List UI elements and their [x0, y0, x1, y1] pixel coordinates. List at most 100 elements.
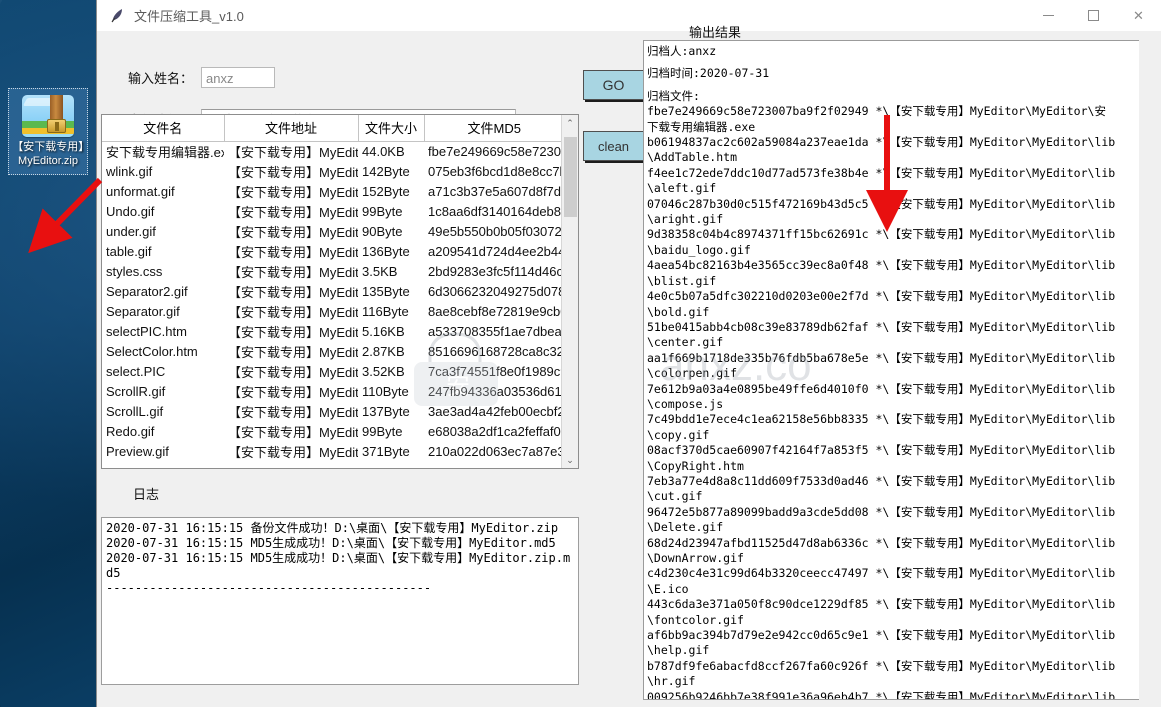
cell-size: 371Byte: [362, 443, 410, 459]
cell-name: 安下载专用编辑器.ex: [106, 144, 224, 160]
cell-name: Separator2.gif: [106, 283, 188, 299]
output-entry-md5-path: 07046c287b30d0c515f472169b43d5c5 *\【安下载专…: [647, 196, 1116, 211]
output-entry-name: \compose.js: [647, 396, 724, 411]
log-textarea[interactable]: 2020-07-31 16:15:15 备份文件成功！D:\桌面\【安下载专用】…: [101, 517, 579, 685]
column-header-size[interactable]: 文件大小: [358, 115, 425, 142]
output-entry-md5-path: 68d24d23947afbd11525d47d8ab6336c *\【安下载专…: [647, 535, 1116, 550]
file-table-scrollbar[interactable]: ⌃ ⌄: [561, 115, 578, 468]
go-button[interactable]: GO: [583, 70, 644, 100]
cell-size: 90Byte: [362, 223, 403, 239]
cell-addr: 【安下载专用】MyEdit: [228, 344, 358, 360]
feather-icon: [109, 7, 125, 25]
table-row[interactable]: table.gif 【安下载专用】MyEdit 136Byte a209541d724…: [102, 241, 561, 261]
close-icon[interactable]: ✕: [1116, 0, 1161, 31]
output-entry-name: \bold.gif: [647, 304, 710, 319]
output-entry-md5-path: 7c49bdd1e7ece4c1ea62158e56bb8335 *\【安下载专…: [647, 412, 1116, 427]
cell-size: 99Byte: [362, 423, 403, 439]
output-entry-name: \fontcolor.gif: [647, 612, 744, 627]
scrollbar-thumb[interactable]: [564, 137, 577, 217]
title-bar[interactable]: 文件压缩工具_v1.0 ✕: [97, 0, 1161, 31]
cell-name: Separator.gif: [106, 303, 180, 319]
cell-size: 3.52KB: [362, 363, 405, 379]
cell-md5: 7ca3f74551f8e0f1989c9: [428, 363, 561, 379]
cell-name: ScrollL.gif: [106, 403, 164, 419]
table-row[interactable]: select.PIC 【安下载专用】MyEdit 3.52KB 7ca3f74551f…: [102, 361, 561, 381]
table-row[interactable]: wlink.gif 【安下载专用】MyEdit 142Byte 075eb3f6bcd…: [102, 161, 561, 181]
table-row[interactable]: Separator.gif 【安下载专用】MyEdit 116Byte 8ae8ceb…: [102, 301, 561, 321]
scroll-up-icon[interactable]: ⌃: [566, 115, 574, 131]
maximize-button[interactable]: [1071, 0, 1116, 31]
desktop-icon-myeditor-zip[interactable]: 【安下载专用】MyEditor.zip: [8, 88, 88, 175]
cell-md5: fbe7e249669c58e723007: [428, 143, 561, 159]
table-row[interactable]: SelectColor.htm 【安下载专用】MyEdit 2.87KB 851669…: [102, 341, 561, 361]
cell-md5: a533708355f1ae7dbeac: [428, 323, 561, 339]
table-row[interactable]: Undo.gif 【安下载专用】MyEdit 99Byte 1c8aa6df31401…: [102, 201, 561, 221]
table-row[interactable]: styles.css 【安下载专用】MyEdit 3.5KB 2bd9283e3fc5…: [102, 261, 561, 281]
output-entry-name: \baidu_logo.gif: [647, 242, 751, 257]
cell-md5: 6d3066232049275d078f: [428, 283, 561, 299]
log-title: 日志: [133, 487, 160, 502]
cell-md5: a71c3b37e5a607d8f7de: [428, 183, 561, 199]
output-entry-name: \center.gif: [647, 335, 724, 350]
clean-button[interactable]: clean: [583, 131, 644, 161]
output-entry-name: \copy.gif: [647, 427, 710, 442]
cell-addr: 【安下载专用】MyEdit: [228, 324, 358, 340]
cell-addr: 【安下载专用】MyEdit: [228, 444, 358, 460]
output-textarea[interactable]: 归档人:anxz 归档时间:2020-07-31 归档文件: fbe7e249669c…: [643, 40, 1139, 700]
output-entry-md5-path: 9d38358c04b4c8974371ff15bc62691c *\【安下载专…: [647, 227, 1116, 242]
cell-addr: 【安下载专用】MyEdit: [228, 304, 358, 320]
name-input[interactable]: anxz: [201, 66, 275, 88]
minimize-button[interactable]: [1026, 0, 1071, 31]
cell-name: SelectColor.htm: [106, 343, 198, 359]
output-entry-md5-path: af6bb9ac394b7d79e2e942cc0d65c9e1 *\【安下载专…: [647, 628, 1116, 643]
cell-md5: 210a022d063ec7a87e3cf: [428, 443, 561, 459]
cell-size: 152Byte: [362, 183, 410, 199]
output-spacer: [647, 82, 1137, 89]
output-spacer: [647, 59, 1137, 66]
column-header-name[interactable]: 文件名: [102, 115, 225, 142]
table-row[interactable]: 安下载专用编辑器.ex 【安下载专用】MyEdit 44.0KB fbe7e24966…: [102, 141, 561, 161]
desktop-icon-label: 【安下载专用】MyEditor.zip: [12, 141, 84, 167]
cell-name: selectPIC.htm: [106, 323, 187, 339]
table-row[interactable]: unformat.gif 【安下载专用】MyEdit 152Byte a71c3b37…: [102, 181, 561, 201]
cell-addr: 【安下载专用】MyEdit: [228, 424, 358, 440]
output-time-line: 归档时间:2020-07-31: [647, 66, 770, 81]
cell-md5: 8516696168728ca8c327: [428, 343, 561, 359]
log-header: 日志: [101, 470, 579, 512]
cell-name: under.gif: [106, 223, 156, 239]
cell-size: 142Byte: [362, 163, 410, 179]
cell-name: styles.css: [106, 263, 163, 279]
cell-name: table.gif: [106, 243, 152, 259]
cell-md5: 49e5b550b0b05f030729: [428, 223, 561, 239]
column-header-md5[interactable]: 文件MD5: [424, 115, 561, 142]
table-row[interactable]: selectPIC.htm 【安下载专用】MyEdit 5.16KB a5337083…: [102, 321, 561, 341]
table-row[interactable]: under.gif 【安下载专用】MyEdit 90Byte 49e5b550b0b0…: [102, 221, 561, 241]
cell-addr: 【安下载专用】MyEdit: [228, 284, 358, 300]
cell-name: wlink.gif: [106, 163, 153, 179]
cell-addr: 【安下载专用】MyEdit: [228, 384, 358, 400]
cell-md5: 3ae3ad4a42feb00ecbf29: [428, 403, 561, 419]
table-row[interactable]: Redo.gif 【安下载专用】MyEdit 99Byte e68038a2df1ca…: [102, 421, 561, 441]
table-row[interactable]: ScrollR.gif 【安下载专用】MyEdit 110Byte 247fb9433…: [102, 381, 561, 401]
window-title: 文件压缩工具_v1.0: [134, 9, 244, 24]
cell-addr: 【安下载专用】MyEdit: [228, 404, 358, 420]
output-archiver-line: 归档人:anxz: [647, 44, 717, 58]
cell-md5: 1c8aa6df3140164deb87: [428, 203, 561, 219]
output-entry-md5-path: b787df9fe6abacfd8ccf267fa60c926f *\【安下载专…: [647, 658, 1116, 673]
table-row[interactable]: ScrollL.gif 【安下载专用】MyEdit 137Byte 3ae3ad4a4…: [102, 401, 561, 421]
output-title: 输出结果: [689, 25, 742, 40]
cell-size: 136Byte: [362, 243, 410, 259]
cell-md5: 075eb3f6bcd1d8e8cc7b: [428, 163, 561, 179]
cell-md5: e68038a2df1ca2feffaf0d: [428, 423, 561, 439]
output-entry-name: \DownArrow.gif: [647, 551, 744, 565]
table-row[interactable]: Preview.gif 【安下载专用】MyEdit 371Byte 210a022d0…: [102, 441, 561, 461]
cell-name: select.PIC: [106, 363, 166, 379]
column-header-address[interactable]: 文件地址: [224, 115, 359, 142]
cell-addr: 【安下载专用】MyEdit: [228, 244, 358, 260]
cell-addr: 【安下载专用】MyEdit: [228, 224, 358, 240]
scroll-down-icon[interactable]: ⌄: [566, 452, 574, 468]
name-label: 输入姓名：: [127, 70, 193, 86]
table-row[interactable]: Separator2.gif 【安下载专用】MyEdit 135Byte 6d3066…: [102, 281, 561, 301]
output-entry-name: \Delete.gif: [647, 520, 724, 535]
output-entry-name: \CopyRight.htm: [647, 458, 744, 473]
